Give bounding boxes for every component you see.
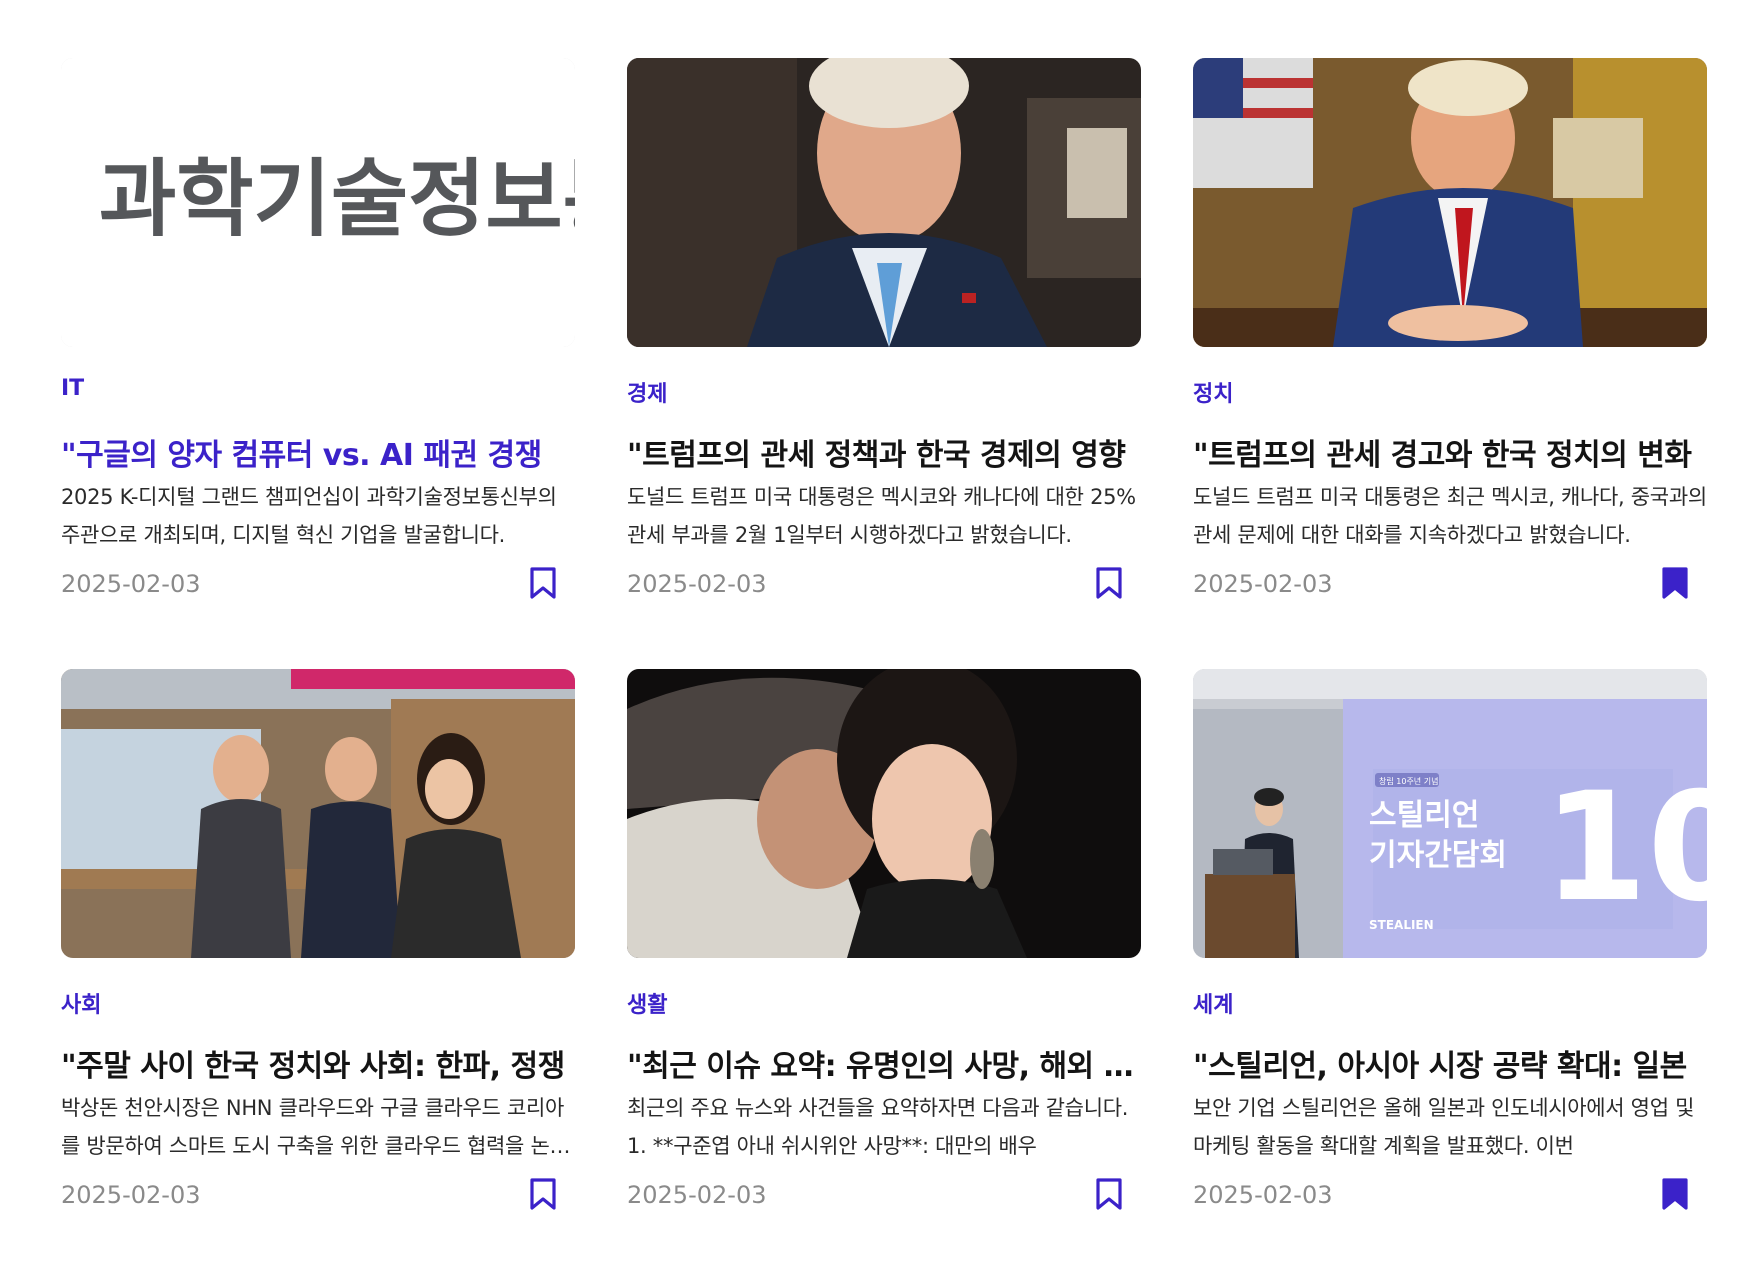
thumbnail-text: 과학기술정보통 (99, 150, 575, 248)
news-card[interactable]: 과학기술정보통 IT "구글의 양자 컴퓨터 vs. AI 패권 경쟁 2025… (61, 58, 575, 611)
bookmark-filled-icon (1662, 567, 1688, 599)
news-date: 2025-02-03 (61, 1181, 201, 1209)
news-card[interactable]: 경제 "트럼프의 관세 정책과 한국 경제의 영향 도널드 트럼프 미국 대통령… (627, 58, 1141, 611)
bookmark-filled-icon (1662, 1178, 1688, 1210)
bookmark-button[interactable] (1660, 566, 1690, 600)
news-date: 2025-02-03 (1193, 1181, 1333, 1209)
news-title[interactable]: "스틸리언, 아시아 시장 공략 확대: 일본 (1193, 1041, 1707, 1085)
news-card[interactable]: 정치 "트럼프의 관세 경고와 한국 정치의 변화 도널드 트럼프 미국 대통령… (1193, 58, 1707, 611)
category-label[interactable]: IT (61, 376, 84, 401)
news-summary: 보안 기업 스틸리언은 올해 일본과 인도네시아에서 영업 및 마케팅 활동을 … (1193, 1096, 1695, 1158)
category-label[interactable]: 세계 (1193, 987, 1233, 1019)
news-thumbnail[interactable] (61, 669, 575, 958)
thumbnail-text: 10 (1543, 761, 1707, 935)
news-thumbnail[interactable] (627, 58, 1141, 347)
category-label[interactable]: 정치 (1193, 376, 1233, 408)
news-title[interactable]: "트럼프의 관세 경고와 한국 정치의 변화 (1193, 430, 1707, 474)
news-summary: 최근의 주요 뉴스와 사건들을 요약하자면 다음과 같습니다. 1. **구준엽… (627, 1096, 1129, 1158)
bookmark-button[interactable] (1094, 1177, 1124, 1211)
news-card[interactable]: 창립 10주년 기념 스틸리언 기자간담회 10 STEALIEN 세계 "스틸… (1193, 669, 1707, 1222)
news-date: 2025-02-03 (627, 1181, 767, 1209)
news-card[interactable]: 사회 "주말 사이 한국 정치와 사회: 한파, 정쟁 박상돈 천안시장은 NH… (61, 669, 575, 1222)
thumbnail-text: 창립 10주년 기념 (1379, 776, 1438, 786)
news-date: 2025-02-03 (61, 570, 201, 598)
category-label[interactable]: 사회 (61, 987, 101, 1019)
news-date: 2025-02-03 (627, 570, 767, 598)
news-card-grid: 과학기술정보통 IT "구글의 양자 컴퓨터 vs. AI 패권 경쟁 2025… (61, 58, 1707, 1222)
news-thumbnail[interactable] (1193, 58, 1707, 347)
news-summary: 박상돈 천안시장은 NHN 클라우드와 구글 클라우드 코리아를 방문하여 스마… (61, 1096, 569, 1158)
bookmark-button[interactable] (528, 1177, 558, 1211)
bookmark-button[interactable] (1094, 566, 1124, 600)
news-thumbnail[interactable] (627, 669, 1141, 958)
news-summary: 도널드 트럼프 미국 대통령은 최근 멕시코, 캐나다, 중국과의 관세 문제에… (1193, 485, 1707, 547)
news-title[interactable]: "최근 이슈 요약: 유명인의 사망, 해외 소식 (627, 1041, 1141, 1085)
news-title[interactable]: "트럼프의 관세 정책과 한국 경제의 영향 (627, 430, 1141, 474)
thumbnail-text: 스틸리언 (1369, 798, 1479, 833)
news-thumbnail[interactable]: 창립 10주년 기념 스틸리언 기자간담회 10 STEALIEN (1193, 669, 1707, 958)
news-title[interactable]: "구글의 양자 컴퓨터 vs. AI 패권 경쟁 (61, 430, 575, 474)
news-summary: 2025 K-디지털 그랜드 챔피언십이 과학기술정보통신부의 주관으로 개최되… (61, 485, 557, 547)
bookmark-button[interactable] (528, 566, 558, 600)
bookmark-outline-icon (1096, 1178, 1122, 1210)
bookmark-outline-icon (530, 1178, 556, 1210)
category-label[interactable]: 경제 (627, 376, 667, 408)
news-date: 2025-02-03 (1193, 570, 1333, 598)
news-card[interactable]: 생활 "최근 이슈 요약: 유명인의 사망, 해외 소식 최근의 주요 뉴스와 … (627, 669, 1141, 1222)
bookmark-outline-icon (1096, 567, 1122, 599)
news-thumbnail[interactable]: 과학기술정보통 (61, 58, 575, 347)
bookmark-outline-icon (530, 567, 556, 599)
bookmark-button[interactable] (1660, 1177, 1690, 1211)
news-summary: 도널드 트럼프 미국 대통령은 멕시코와 캐나다에 대한 25% 관세 부과를 … (627, 485, 1136, 547)
category-label[interactable]: 생활 (627, 987, 667, 1019)
thumbnail-text: 기자간담회 (1369, 838, 1507, 873)
thumbnail-text: STEALIEN (1369, 918, 1434, 932)
news-title[interactable]: "주말 사이 한국 정치와 사회: 한파, 정쟁 (61, 1041, 575, 1085)
